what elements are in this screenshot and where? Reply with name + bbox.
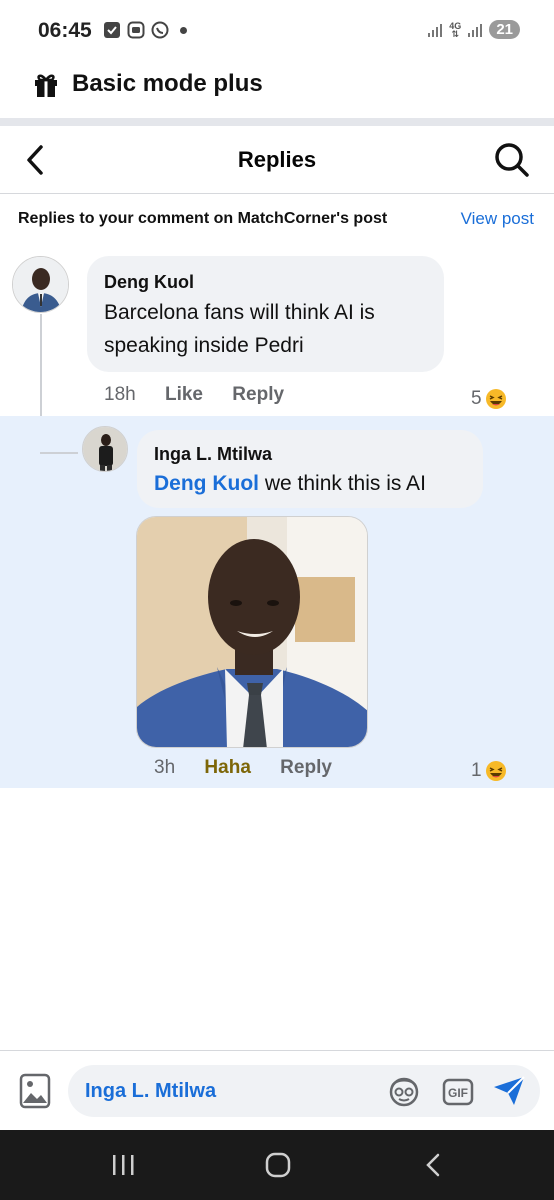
checkbox-notification-icon (104, 22, 120, 38)
comment-composer: Inga L. Mtilwa GIF (0, 1050, 554, 1130)
basic-mode-bar[interactable]: Basic mode plus (0, 62, 554, 118)
replies-header: Replies (0, 126, 554, 194)
thread-connector-branch (40, 452, 78, 454)
mode-title: Basic mode plus (72, 70, 263, 97)
youtube-notification-icon (127, 21, 145, 39)
reply-photo[interactable] (136, 516, 368, 748)
laughing-emoji-icon (485, 389, 506, 409)
section-divider (0, 118, 554, 126)
network-type: 4G ⇅ (449, 20, 462, 39)
like-button[interactable]: Like (165, 384, 203, 405)
reply-text-body: we think this is AI (259, 472, 426, 495)
avatar-deng-kuol[interactable] (12, 256, 69, 313)
more-notifications-dot (180, 26, 187, 34)
reaction-count: 5 (471, 388, 482, 409)
search-icon[interactable] (492, 140, 532, 180)
sticker-icon[interactable] (386, 1075, 422, 1107)
status-time: 06:45 (38, 19, 92, 42)
system-nav-bar (0, 1130, 554, 1200)
view-post-link[interactable]: View post (461, 209, 534, 229)
haha-reaction-button[interactable]: Haha (204, 757, 250, 778)
reply-time: 3h (154, 757, 176, 778)
send-icon[interactable] (492, 1075, 526, 1107)
battery-level: 21 (489, 20, 520, 39)
notification-icons (103, 21, 187, 39)
comment-text: Barcelona fans will think AI is speaking… (104, 301, 375, 357)
reaction-count-2: 1 (471, 760, 482, 781)
page-title: Replies (237, 147, 317, 172)
signal-icon-2 (468, 23, 483, 37)
reaction-summary[interactable]: 5 (471, 388, 507, 410)
context-text: Replies to your comment on MatchCorner's… (18, 210, 388, 227)
comment-input-value[interactable]: Inga L. Mtilwa (85, 1080, 216, 1103)
whatsapp-notification-icon (151, 21, 169, 39)
reply-author[interactable]: Inga L. Mtilwa (154, 444, 272, 465)
gallery-icon[interactable] (19, 1073, 51, 1109)
svg-text:GIF: GIF (448, 1086, 468, 1100)
comment-actions: 18h Like Reply (104, 384, 284, 406)
reply-actions: 3h Haha Reply (154, 757, 332, 779)
recent-apps-icon[interactable] (110, 1152, 136, 1178)
home-icon[interactable] (264, 1152, 292, 1178)
mention-link[interactable]: Deng Kuol (154, 472, 259, 495)
laughing-emoji-icon (485, 761, 506, 781)
gif-icon[interactable]: GIF (442, 1078, 474, 1106)
comment-bubble[interactable]: Deng Kuol Barcelona fans will think AI i… (87, 256, 444, 372)
reply-bubble[interactable]: Inga L. Mtilwa Deng Kuol we think this i… (137, 430, 483, 508)
avatar-inga-mtilwa[interactable] (82, 426, 128, 472)
gift-icon (35, 74, 57, 97)
status-indicators: 4G ⇅ 21 (427, 20, 520, 39)
reply-button-2[interactable]: Reply (280, 757, 332, 778)
reply-button[interactable]: Reply (232, 384, 284, 405)
comment-input[interactable]: Inga L. Mtilwa GIF (68, 1065, 540, 1117)
context-row: Replies to your comment on MatchCorner's… (0, 194, 554, 244)
comment-author[interactable]: Deng Kuol (104, 272, 194, 293)
back-nav-icon[interactable] (420, 1152, 446, 1178)
comment-time: 18h (104, 384, 136, 405)
reply-text: Deng Kuol we think this is AI (154, 467, 474, 500)
signal-icon (428, 23, 443, 37)
status-bar: 06:45 4G ⇅ 21 (0, 0, 554, 62)
reaction-summary-2[interactable]: 1 (471, 760, 507, 782)
